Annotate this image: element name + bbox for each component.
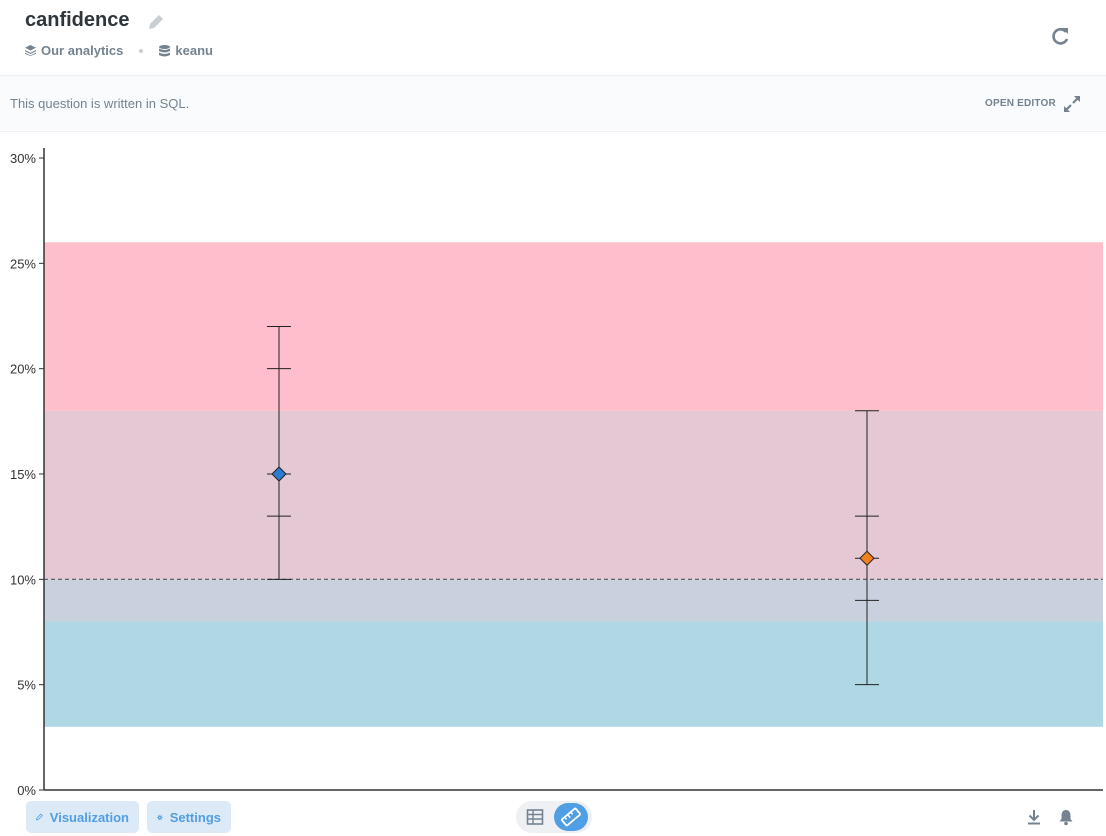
visualization-button[interactable]: Visualization [26,801,139,833]
y-tick-label: 25% [10,256,36,271]
gear-icon [157,814,163,820]
breadcrumb-database[interactable]: keanu [159,43,213,58]
ruler-icon [561,807,581,827]
table-icon[interactable] [526,808,544,826]
question-title[interactable]: canfidence [25,9,129,32]
pencil-ruler-icon [36,813,43,821]
pencil-icon[interactable] [146,12,166,32]
question-header: canfidence Our analytics keanu [0,0,1106,76]
breadcrumb-collection-label: Our analytics [41,43,124,58]
range-band-2 [44,579,1103,622]
confidence-chart: 30% 25% 20% 15% 10% 5% 0% [10,148,1103,798]
range-band-3 [44,621,1103,727]
bell-icon[interactable] [1057,808,1075,826]
expand-icon[interactable] [1062,94,1082,114]
visualization-toggle[interactable] [554,803,588,831]
breadcrumb-collection[interactable]: Our analytics [25,43,123,58]
breadcrumb-database-label: keanu [175,43,213,58]
range-band-1 [44,410,1103,580]
y-tick-label: 0% [17,783,36,796]
settings-label: Settings [169,809,221,825]
sql-notice: This question is written in SQL. [10,96,190,111]
footer-bar: Visualization Settings [0,796,1106,836]
y-tick-label: 15% [10,467,36,482]
collection-icon [25,45,36,56]
view-toggle [516,801,592,833]
refresh-icon[interactable] [1050,25,1072,47]
chart-area: 30% 25% 20% 15% 10% 5% 0% [0,132,1106,798]
download-icon[interactable] [1025,808,1043,826]
y-tick-label: 5% [17,678,36,693]
database-icon [159,44,171,56]
settings-button[interactable]: Settings [147,801,231,833]
breadcrumb: Our analytics keanu [25,43,213,58]
native-query-bar: This question is written in SQL. OPEN ED… [0,76,1106,132]
y-tick-label: 20% [10,362,36,377]
visualization-label: Visualization [49,809,129,825]
open-editor-button[interactable]: OPEN EDITOR [985,98,1056,109]
y-tick-label: 10% [10,572,36,587]
y-tick-label: 30% [10,151,36,166]
breadcrumb-separator [139,48,144,53]
range-band-0 [44,242,1103,411]
